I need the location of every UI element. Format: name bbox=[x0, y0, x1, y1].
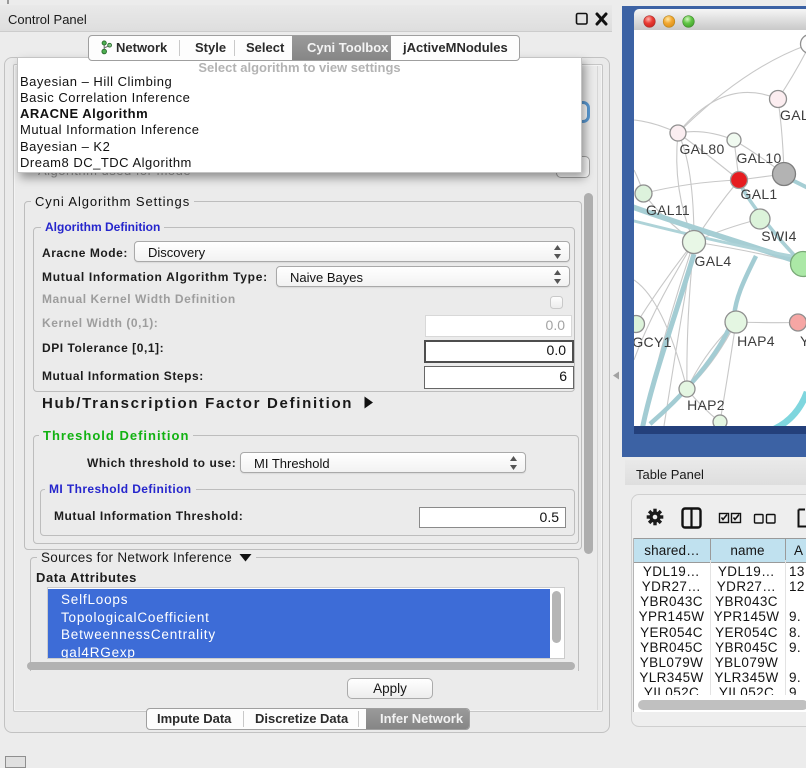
svg-text:GAL4: GAL4 bbox=[695, 253, 732, 269]
svg-text:SWI4: SWI4 bbox=[761, 228, 796, 244]
svg-text:Y: Y bbox=[800, 333, 806, 349]
svg-text:GCY1: GCY1 bbox=[634, 334, 672, 350]
svg-text:GAL10: GAL10 bbox=[736, 150, 781, 166]
svg-text:GAL1: GAL1 bbox=[741, 186, 778, 202]
svg-text:HAP2: HAP2 bbox=[687, 397, 725, 413]
svg-text:GAL11: GAL11 bbox=[646, 202, 690, 218]
svg-text:GAL7: GAL7 bbox=[780, 107, 806, 123]
svg-text:GAL80: GAL80 bbox=[679, 141, 724, 157]
svg-text:HAP4: HAP4 bbox=[737, 333, 775, 349]
